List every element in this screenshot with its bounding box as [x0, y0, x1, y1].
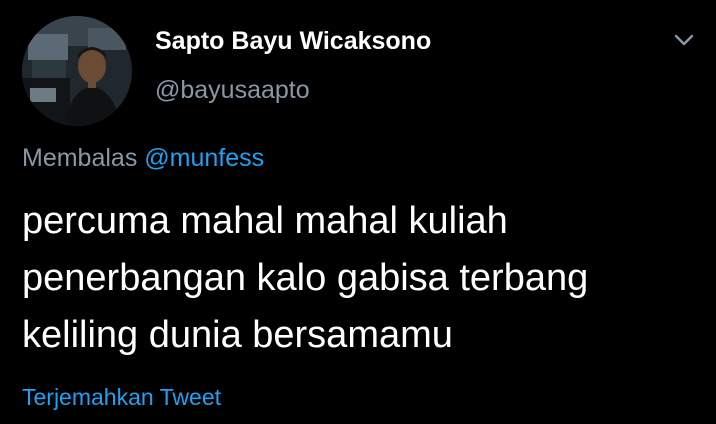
reply-mention-link[interactable]: @munfess	[144, 144, 264, 172]
avatar[interactable]	[22, 16, 132, 126]
tweet-text-line: percuma mahal mahal kuliah	[22, 200, 508, 242]
chevron-down-icon[interactable]	[670, 28, 698, 52]
user-handle[interactable]: @bayusaapto	[155, 76, 310, 105]
tweet-text-line: keliling dunia bersamamu	[22, 314, 453, 356]
tweet-text: percuma mahal mahal kuliah penerbangan k…	[22, 193, 702, 364]
tweet-text-line: penerbangan kalo gabisa terbang	[22, 257, 589, 299]
display-name[interactable]: Sapto Bayu Wicaksono	[155, 27, 431, 56]
reply-prefix: Membalas	[22, 144, 138, 172]
reply-context: Membalas @munfess	[22, 144, 264, 173]
tweet: Sapto Bayu Wicaksono @bayusaapto Membala…	[0, 0, 716, 424]
avatar-photo	[22, 16, 132, 126]
translate-tweet-link[interactable]: Terjemahkan Tweet	[22, 384, 221, 411]
